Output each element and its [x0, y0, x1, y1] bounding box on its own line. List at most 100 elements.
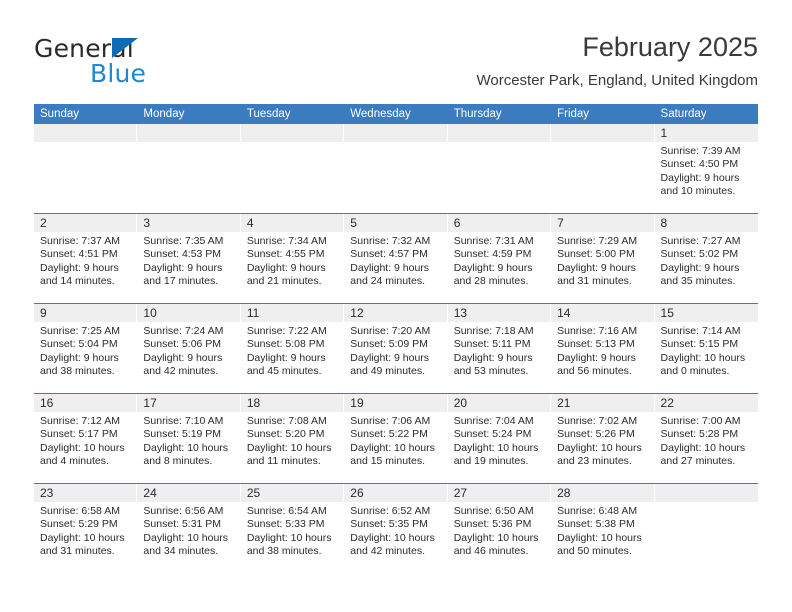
day-details: Sunrise: 7:04 AM Sunset: 5:24 PM Dayligh…	[448, 412, 551, 468]
daylight-text-line1: Daylight: 10 hours	[557, 531, 642, 544]
sunrise-text: Sunrise: 7:32 AM	[350, 235, 431, 247]
daylight-text-line1: Daylight: 9 hours	[40, 351, 119, 364]
daylight-text-line1: Daylight: 10 hours	[453, 441, 539, 454]
sunset-text: Sunset: 5:17 PM	[40, 428, 118, 441]
day-cell[interactable]	[34, 124, 138, 213]
day-cell[interactable]: 6 Sunrise: 7:31 AM Sunset: 4:59 PM Dayli…	[447, 214, 552, 303]
day-cell[interactable]: 25 Sunrise: 6:54 AM Sunset: 5:33 PM Dayl…	[240, 484, 345, 574]
day-cell[interactable]: 1 Sunrise: 7:39 AM Sunset: 4:50 PM Dayli…	[654, 124, 758, 213]
day-cell[interactable]: 10 Sunrise: 7:24 AM Sunset: 5:06 PM Dayl…	[137, 304, 241, 393]
sunrise-text: Sunrise: 7:22 AM	[246, 325, 327, 337]
day-cell[interactable]: 26 Sunrise: 6:52 AM Sunset: 5:35 PM Dayl…	[344, 484, 448, 574]
page-header: General Blue February 2025 Worcester Par…	[0, 0, 792, 100]
daylight-text-line2: and 14 minutes.	[40, 274, 115, 287]
daylight-text-line2: and 0 minutes.	[660, 364, 730, 377]
brand-logo[interactable]: General Blue	[34, 34, 224, 88]
day-cell[interactable]: 19 Sunrise: 7:06 AM Sunset: 5:22 PM Dayl…	[344, 394, 448, 483]
sunset-text: Sunset: 5:20 PM	[246, 428, 325, 441]
sunrise-text: Sunrise: 7:08 AM	[246, 415, 327, 427]
sunset-text: Sunset: 5:04 PM	[40, 338, 118, 351]
weekday-header-wednesday: Wednesday	[350, 108, 411, 120]
daylight-text-line2: and 31 minutes.	[557, 274, 632, 287]
day-cell[interactable]: 22 Sunrise: 7:00 AM Sunset: 5:28 PM Dayl…	[654, 394, 758, 483]
day-cell[interactable]: 7 Sunrise: 7:29 AM Sunset: 5:00 PM Dayli…	[551, 214, 655, 303]
day-cell[interactable]	[654, 484, 758, 574]
sunset-text: Sunset: 5:29 PM	[40, 518, 118, 531]
sunrise-text: Sunrise: 6:58 AM	[40, 505, 120, 517]
sunset-text: Sunset: 4:50 PM	[660, 158, 739, 171]
day-number: 24	[143, 486, 157, 500]
day-details: Sunrise: 6:52 AM Sunset: 5:35 PM Dayligh…	[344, 502, 447, 558]
sunset-text: Sunset: 4:51 PM	[40, 248, 118, 261]
daylight-text-line2: and 17 minutes.	[143, 274, 219, 287]
day-cell[interactable]: 24 Sunrise: 6:56 AM Sunset: 5:31 PM Dayl…	[137, 484, 241, 574]
day-cell[interactable]: 21 Sunrise: 7:02 AM Sunset: 5:26 PM Dayl…	[551, 394, 655, 483]
weekday-header-sunday: Sunday	[40, 108, 80, 120]
day-number-strip: 5	[344, 214, 448, 232]
daylight-text-line2: and 4 minutes.	[40, 454, 109, 467]
day-details	[551, 142, 654, 145]
day-cell[interactable]: 13 Sunrise: 7:18 AM Sunset: 5:11 PM Dayl…	[447, 304, 552, 393]
day-cell[interactable]: 11 Sunrise: 7:22 AM Sunset: 5:08 PM Dayl…	[240, 304, 345, 393]
day-cell[interactable]: 12 Sunrise: 7:20 AM Sunset: 5:09 PM Dayl…	[344, 304, 448, 393]
daylight-text-line1: Daylight: 9 hours	[143, 351, 223, 364]
day-cell[interactable]	[137, 124, 241, 213]
day-number-strip: 20	[447, 394, 552, 412]
day-cell[interactable]: 20 Sunrise: 7:04 AM Sunset: 5:24 PM Dayl…	[447, 394, 552, 483]
daylight-text-line2: and 21 minutes.	[246, 274, 322, 287]
day-cell[interactable]: 4 Sunrise: 7:34 AM Sunset: 4:55 PM Dayli…	[240, 214, 345, 303]
day-number-strip: 27	[447, 484, 552, 502]
daylight-text-line1: Daylight: 9 hours	[453, 261, 533, 274]
day-number-strip	[654, 484, 758, 502]
day-details: Sunrise: 7:06 AM Sunset: 5:22 PM Dayligh…	[344, 412, 447, 468]
day-cell[interactable]: 17 Sunrise: 7:10 AM Sunset: 5:19 PM Dayl…	[137, 394, 241, 483]
day-cell[interactable]	[551, 124, 655, 213]
weekday-header-thursday: Thursday	[453, 108, 502, 120]
day-number-strip: 19	[344, 394, 448, 412]
day-cell[interactable]: 16 Sunrise: 7:12 AM Sunset: 5:17 PM Dayl…	[34, 394, 138, 483]
day-details: Sunrise: 6:54 AM Sunset: 5:33 PM Dayligh…	[241, 502, 344, 558]
day-cell[interactable]	[240, 124, 345, 213]
day-number: 2	[40, 216, 47, 230]
calendar-page: General Blue February 2025 Worcester Par…	[0, 0, 792, 612]
day-details: Sunrise: 6:58 AM Sunset: 5:29 PM Dayligh…	[34, 502, 137, 558]
day-cell[interactable]: 2 Sunrise: 7:37 AM Sunset: 4:51 PM Dayli…	[34, 214, 138, 303]
day-cell[interactable]: 15 Sunrise: 7:14 AM Sunset: 5:15 PM Dayl…	[654, 304, 758, 393]
sunrise-text: Sunrise: 7:39 AM	[660, 145, 741, 157]
day-cell[interactable]: 3 Sunrise: 7:35 AM Sunset: 4:53 PM Dayli…	[137, 214, 241, 303]
day-number-strip: 14	[551, 304, 655, 322]
daylight-text-line1: Daylight: 9 hours	[660, 261, 740, 274]
day-number-strip	[551, 124, 655, 142]
sunrise-text: Sunrise: 6:56 AM	[143, 505, 224, 517]
week-row: 23 Sunrise: 6:58 AM Sunset: 5:29 PM Dayl…	[34, 484, 758, 574]
day-cell[interactable]: 5 Sunrise: 7:32 AM Sunset: 4:57 PM Dayli…	[344, 214, 448, 303]
day-cell[interactable]: 27 Sunrise: 6:50 AM Sunset: 5:36 PM Dayl…	[447, 484, 552, 574]
day-number-strip	[34, 124, 138, 142]
day-number-strip: 1	[654, 124, 758, 142]
day-cell[interactable]	[344, 124, 448, 213]
day-cell[interactable]: 28 Sunrise: 6:48 AM Sunset: 5:38 PM Dayl…	[551, 484, 655, 574]
day-number: 18	[246, 396, 261, 410]
sunrise-text: Sunrise: 6:54 AM	[246, 505, 327, 517]
day-cell[interactable]: 14 Sunrise: 7:16 AM Sunset: 5:13 PM Dayl…	[551, 304, 655, 393]
day-cell[interactable]: 23 Sunrise: 6:58 AM Sunset: 5:29 PM Dayl…	[34, 484, 138, 574]
day-number: 12	[350, 306, 364, 320]
day-cell[interactable]: 9 Sunrise: 7:25 AM Sunset: 5:04 PM Dayli…	[34, 304, 138, 393]
calendar-grid: Sunday Monday Tuesday Wednesday Thursday…	[34, 104, 758, 574]
day-cell[interactable]	[447, 124, 552, 213]
sunrise-text: Sunrise: 7:14 AM	[660, 325, 741, 337]
day-number-strip: 24	[137, 484, 241, 502]
day-number: 7	[557, 216, 564, 230]
day-cell[interactable]: 18 Sunrise: 7:08 AM Sunset: 5:20 PM Dayl…	[240, 394, 345, 483]
day-details: Sunrise: 7:22 AM Sunset: 5:08 PM Dayligh…	[241, 322, 344, 378]
day-number: 20	[453, 396, 468, 410]
sunrise-text: Sunrise: 7:25 AM	[40, 325, 120, 337]
daylight-text-line1: Daylight: 10 hours	[350, 531, 435, 544]
day-details: Sunrise: 7:16 AM Sunset: 5:13 PM Dayligh…	[551, 322, 654, 378]
day-cell[interactable]: 8 Sunrise: 7:27 AM Sunset: 5:02 PM Dayli…	[654, 214, 758, 303]
day-number: 8	[660, 216, 668, 230]
daylight-text-line1: Daylight: 10 hours	[143, 441, 229, 454]
sunrise-text: Sunrise: 7:34 AM	[246, 235, 327, 247]
sunrise-text: Sunrise: 7:12 AM	[40, 415, 120, 427]
day-details: Sunrise: 7:34 AM Sunset: 4:55 PM Dayligh…	[241, 232, 344, 288]
